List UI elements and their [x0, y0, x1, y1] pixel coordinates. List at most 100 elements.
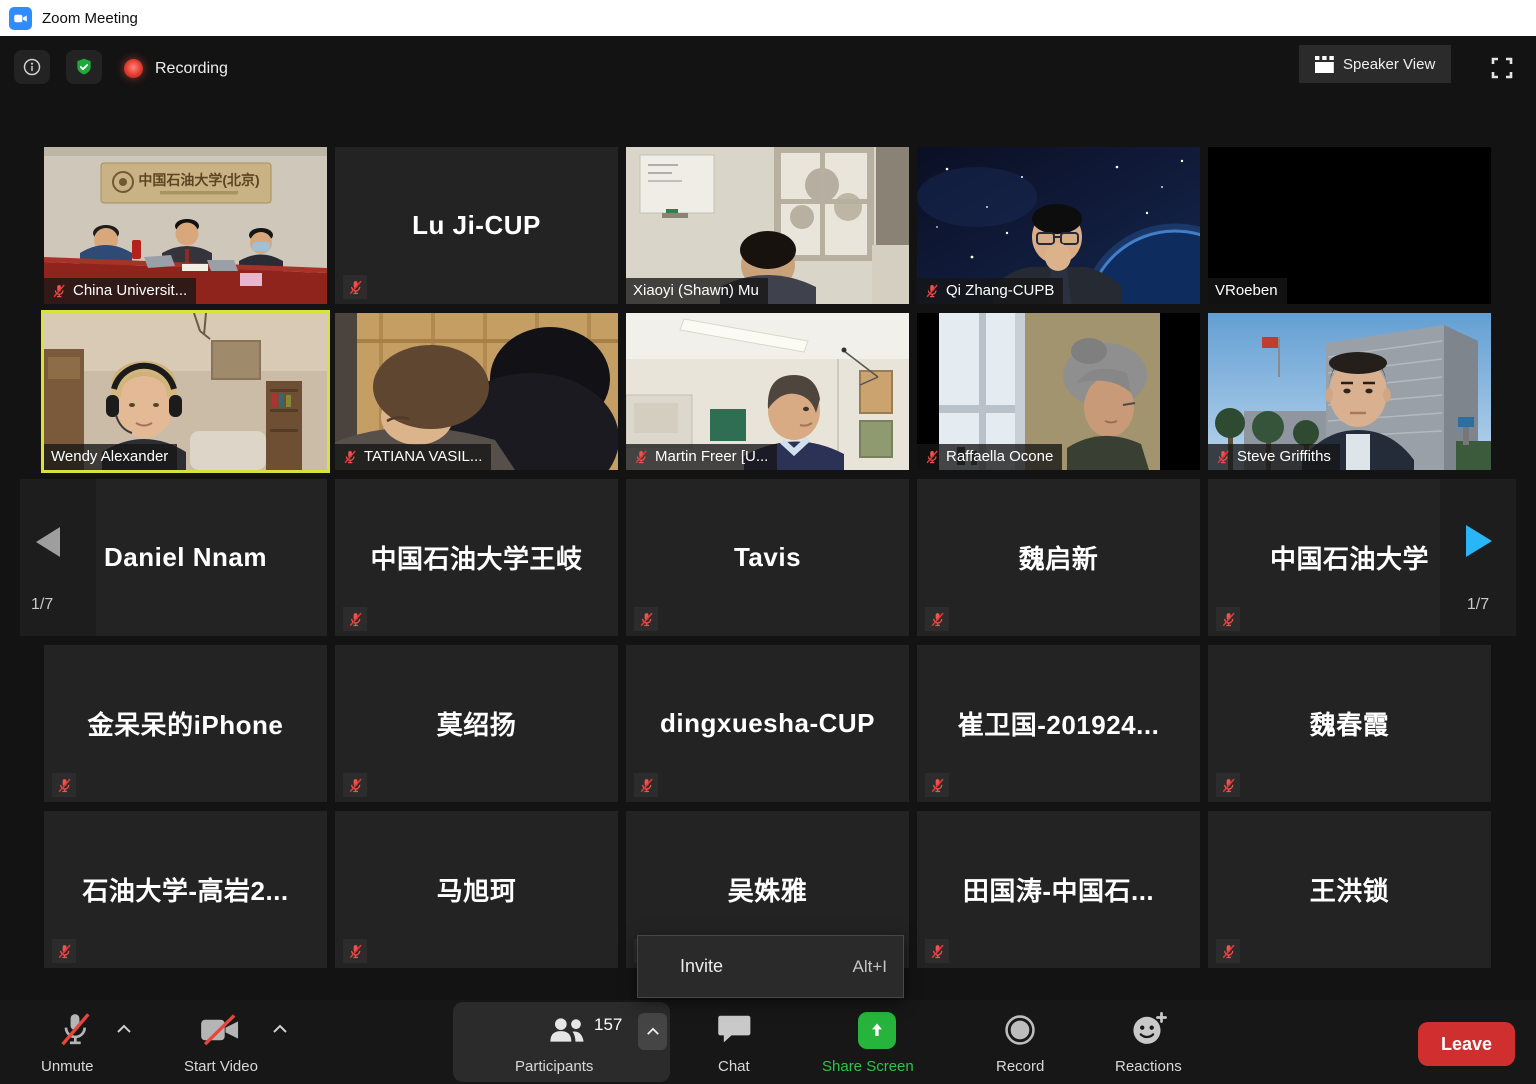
unmute-label: Unmute [41, 1058, 94, 1075]
reactions-button[interactable] [1130, 1010, 1168, 1053]
video-options-chevron[interactable] [272, 1024, 288, 1034]
participants-options-chevron[interactable] [638, 1013, 667, 1050]
participant-tile[interactable]: VRoeben [1208, 147, 1491, 304]
participant-name-text: VRoeben [1215, 282, 1278, 299]
record-button[interactable] [1003, 1012, 1037, 1053]
recording-label: Recording [155, 59, 228, 78]
participant-tile[interactable]: Raffaella Ocone [917, 313, 1200, 470]
participant-name-text: Qi Zhang-CUPB [946, 282, 1054, 299]
speaker-view-button[interactable]: Speaker View [1299, 45, 1451, 83]
encryption-shield-button[interactable] [66, 50, 102, 84]
mic-muted-icon [1216, 773, 1240, 797]
participant-tile[interactable]: 魏春霞 [1208, 645, 1491, 802]
participant-tile[interactable]: 马旭珂 [335, 811, 618, 968]
participants-count: 157 [594, 1015, 622, 1035]
participant-name-label: China Universit... [44, 278, 196, 304]
participant-name-centered: Tavis [626, 479, 909, 636]
next-page-button[interactable]: 1/7 [1440, 479, 1516, 636]
share-screen-button[interactable] [858, 1012, 896, 1049]
start-video-button[interactable] [198, 1012, 242, 1053]
participant-name-centered: dingxuesha-CUP [626, 645, 909, 802]
participant-tile[interactable]: Wendy Alexander [44, 313, 327, 470]
participant-tile[interactable]: 田国涛-中国石... [917, 811, 1200, 968]
mic-muted-icon [51, 283, 67, 299]
participant-name-centered: 金呆呆的iPhone [44, 645, 327, 802]
mic-muted-icon [343, 773, 367, 797]
info-icon [22, 57, 42, 77]
participant-name-label: Steve Griffiths [1208, 444, 1340, 470]
mic-options-chevron[interactable] [116, 1024, 132, 1034]
leave-label: Leave [1441, 1034, 1492, 1055]
reactions-icon [1130, 1010, 1168, 1048]
participant-name-text: TATIANA VASIL... [364, 448, 482, 465]
participant-tile[interactable]: 金呆呆的iPhone [44, 645, 327, 802]
meeting-toolbar: Unmute Start Video 157 Participants Chat… [0, 1000, 1536, 1084]
participants-icon [549, 1016, 589, 1044]
participant-tile[interactable]: dingxuesha-CUP [626, 645, 909, 802]
previous-page-button[interactable]: 1/7 [20, 479, 96, 636]
chat-icon [717, 1013, 753, 1045]
participant-name-text: Xiaoyi (Shawn) Mu [633, 282, 759, 299]
participant-name-text: Wendy Alexander [51, 448, 168, 465]
mic-muted-icon [52, 773, 76, 797]
chat-label: Chat [718, 1058, 750, 1075]
mic-muted-icon [925, 939, 949, 963]
reactions-label: Reactions [1115, 1058, 1182, 1075]
unmute-button[interactable] [56, 1010, 94, 1055]
participant-tile[interactable]: 中国石油大学(北京) China Universit... [44, 147, 327, 304]
participant-name-centered: 田国涛-中国石... [917, 811, 1200, 968]
mic-muted-icon [343, 939, 367, 963]
svg-text:中国石油大学(北京): 中国石油大学(北京) [138, 172, 259, 188]
participant-name-centered: 魏春霞 [1208, 645, 1491, 802]
participant-tile[interactable]: TATIANA VASIL... [335, 313, 618, 470]
participant-tile[interactable]: 石油大学-高岩2... [44, 811, 327, 968]
mic-muted-icon [633, 449, 649, 465]
participant-tile[interactable]: 崔卫国-201924... [917, 645, 1200, 802]
share-screen-icon [867, 1021, 887, 1041]
record-icon [1003, 1012, 1037, 1048]
participant-name-label: Xiaoyi (Shawn) Mu [626, 278, 768, 304]
meeting-info-button[interactable] [14, 50, 50, 84]
participant-tile[interactable]: Tavis [626, 479, 909, 636]
chat-button[interactable] [717, 1013, 753, 1050]
participant-tile[interactable]: Xiaoyi (Shawn) Mu [626, 147, 909, 304]
chevron-right-icon [1466, 525, 1492, 557]
participant-name-text: Martin Freer [U... [655, 448, 768, 465]
participant-tile[interactable]: Lu Ji-CUP [335, 147, 618, 304]
share-screen-label: Share Screen [822, 1058, 914, 1075]
participants-label: Participants [515, 1058, 593, 1075]
participant-tile[interactable]: 王洪锁 [1208, 811, 1491, 968]
leave-button[interactable]: Leave [1418, 1022, 1515, 1066]
participant-name-label: VRoeben [1208, 278, 1287, 304]
mic-muted-icon [924, 449, 940, 465]
participant-name-centered: 王洪锁 [1208, 811, 1491, 968]
participant-name-text: Steve Griffiths [1237, 448, 1331, 465]
participant-name-centered: 马旭珂 [335, 811, 618, 968]
fullscreen-button[interactable] [1486, 52, 1518, 84]
participant-tile[interactable]: Steve Griffiths [1208, 313, 1491, 470]
participant-tile[interactable]: 魏启新 [917, 479, 1200, 636]
mic-muted-icon [925, 607, 949, 631]
participant-name-centered: 莫绍扬 [335, 645, 618, 802]
chevron-left-icon [36, 527, 60, 557]
mic-muted-icon [52, 939, 76, 963]
participant-tile[interactable]: 莫绍扬 [335, 645, 618, 802]
mic-muted-icon [924, 283, 940, 299]
participants-button[interactable]: 157 Participants [453, 1002, 670, 1082]
participant-name-text: Raffaella Ocone [946, 448, 1053, 465]
participant-tile[interactable]: Martin Freer [U... [626, 313, 909, 470]
start-video-label: Start Video [184, 1058, 258, 1075]
zoom-app-icon [9, 7, 32, 30]
participant-tile[interactable]: Qi Zhang-CUPB [917, 147, 1200, 304]
camera-off-icon [198, 1012, 242, 1048]
invite-shortcut: Alt+I [853, 957, 888, 977]
recording-indicator-icon [124, 59, 143, 78]
page-indicator-right: 1/7 [1440, 596, 1516, 614]
invite-menu-item[interactable]: Invite Alt+I [637, 935, 904, 998]
mic-muted-icon [634, 607, 658, 631]
participant-name-label: Raffaella Ocone [917, 444, 1062, 470]
window-title: Zoom Meeting [42, 10, 138, 27]
participant-tile[interactable]: 中国石油大学王岐 [335, 479, 618, 636]
invite-label: Invite [680, 956, 723, 977]
mic-muted-icon [1216, 939, 1240, 963]
